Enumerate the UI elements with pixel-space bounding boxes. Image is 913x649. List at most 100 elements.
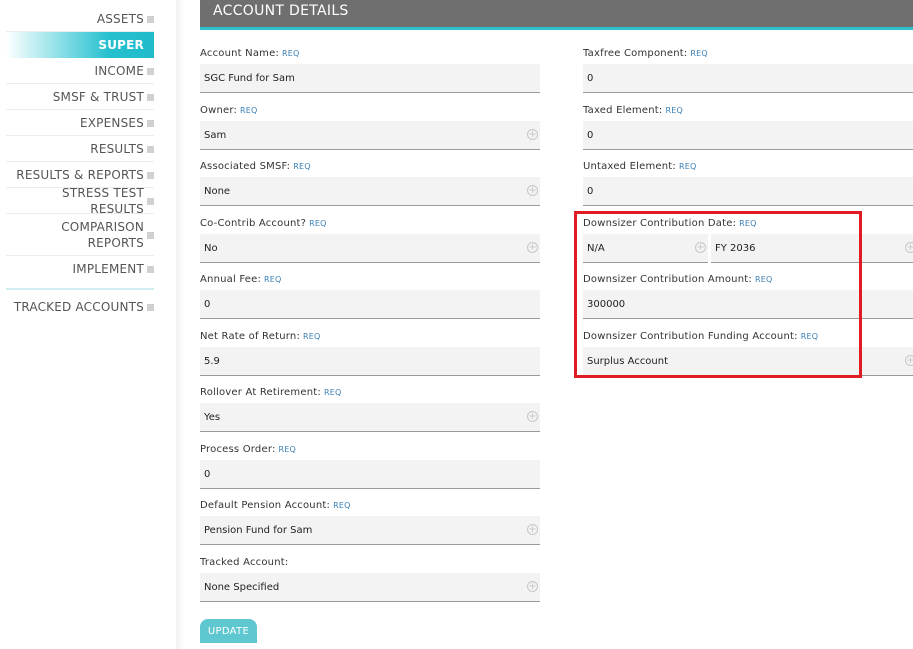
field-label: Default Pension Account: REQ [200,499,540,513]
field-label-text: Process Order: [200,444,276,455]
sidebar-item-label: ASSETS [96,11,144,26]
default-pension-account-select[interactable]: Pension Fund for Sam + [200,516,540,545]
process-order-field: Process Order: REQ 0 [200,443,540,491]
req-badge: REQ [665,106,683,115]
sidebar-item-super[interactable]: SUPER [6,32,154,58]
process-order-input[interactable]: 0 [200,460,540,489]
account-name-input[interactable]: SGC Fund for Sam [200,64,540,93]
tracked-account-field: Tracked Account: None Specified + [200,556,540,604]
req-badge: REQ [309,219,327,228]
update-button[interactable]: UPDATE [200,619,257,643]
sidebar-item-income[interactable]: INCOME [6,58,154,84]
field-label: Rollover At Retirement: REQ [200,386,540,400]
field-value: Sam [204,129,227,141]
plus-circle-icon[interactable]: + [905,355,913,366]
sidebar-item-label: RESULTS [90,141,144,156]
plus-circle-icon[interactable]: + [527,524,538,535]
sidebar-item-label-line2: REPORTS [87,235,144,250]
field-value: 0 [204,468,211,480]
owner-field: Owner: REQ Sam + [200,104,540,152]
req-badge: REQ [278,445,297,454]
field-label: Co-Contrib Account? REQ [200,217,540,231]
nav-list: ASSETS SUPER INCOME SMSF & TRUST EXPENSE… [6,6,154,320]
square-bullet-icon [147,231,154,239]
sidebar-item-stress-test-results[interactable]: STRESS TEST RESULTS [6,185,154,216]
field-value: None [204,185,231,197]
field-label: Associated SMSF: REQ [200,160,540,174]
field-label-text: Owner: [200,105,238,116]
req-badge: REQ [323,388,342,397]
field-value: SGC Fund for Sam [204,72,295,84]
sidebar-item-label: SUPER [98,38,144,52]
square-bullet-icon [147,119,154,127]
field-label-text: Untaxed Element: [583,161,676,172]
account-name-field: Account Name: REQ SGC Fund for Sam [200,47,540,95]
field-value: Yes [204,411,221,423]
field-label: Process Order: REQ [200,443,540,457]
taxed-element-input[interactable]: 0 [583,121,913,150]
field-value: 0 [587,185,594,197]
plus-circle-icon[interactable]: + [527,581,538,592]
sidebar-item-results[interactable]: RESULTS [6,136,154,162]
sidebar-item-label: STRESS TEST RESULTS [62,185,144,216]
field-label-text: Net Rate of Return: [200,331,301,342]
sidebar-item-label: COMPARISON REPORTS [61,219,144,251]
net-rate-of-return-input[interactable]: 5.9 [200,347,540,376]
untaxed-element-field: Untaxed Element: REQ 0 [583,160,913,208]
field-label: Untaxed Element: REQ [583,160,913,174]
field-value: Pension Fund for Sam [204,524,313,536]
field-label: Annual Fee: REQ [200,273,540,287]
sidebar-item-comparison-reports[interactable]: COMPARISON REPORTS [6,214,154,256]
sidebar-item-label: RESULTS & REPORTS [16,167,144,182]
field-value: No [204,242,218,254]
square-bullet-icon [147,197,154,205]
req-badge: REQ [240,106,258,115]
sidebar-item-label: EXPENSES [79,115,144,130]
sidebar-item-label: SMSF & TRUST [52,89,144,104]
page-title: ACCOUNT DETAILS [213,3,349,19]
annual-fee-input[interactable]: 0 [200,290,540,319]
sidebar-divider [6,288,154,290]
sidebar-item-expenses[interactable]: EXPENSES [6,110,154,136]
field-label-text: Default Pension Account: [200,500,331,511]
associated-smsf-field: Associated SMSF: REQ None + [200,160,540,208]
field-label: Taxed Element: REQ [583,104,913,118]
field-label-text: Annual Fee: [200,274,262,285]
square-bullet-icon [147,93,154,101]
square-bullet-icon [147,266,154,273]
associated-smsf-select[interactable]: None + [200,177,540,206]
plus-circle-icon[interactable]: + [905,242,913,253]
plus-circle-icon[interactable]: + [527,185,538,196]
field-value: 0 [587,129,594,141]
sidebar-item-implement[interactable]: IMPLEMENT [6,256,154,282]
rollover-at-retirement-select[interactable]: Yes + [200,403,540,432]
req-badge: REQ [282,49,300,58]
default-pension-account-field: Default Pension Account: REQ Pension Fund… [200,499,540,547]
req-badge: REQ [333,501,351,510]
co-contrib-account-select[interactable]: No + [200,234,540,263]
sidebar-item-smsf-trust[interactable]: SMSF & TRUST [6,84,154,110]
owner-select[interactable]: Sam + [200,121,540,150]
field-label: Tracked Account: [200,556,540,570]
sidebar-item-tracked-accounts[interactable]: TRACKED ACCOUNTS [6,294,154,320]
square-bullet-icon [147,171,154,179]
field-label-text: Taxfree Component: [583,48,688,59]
co-contrib-account-field: Co-Contrib Account? REQ No + [200,217,540,265]
square-bullet-icon [147,15,154,23]
untaxed-element-input[interactable]: 0 [583,177,913,206]
taxfree-component-input[interactable]: 0 [583,64,913,93]
req-badge: REQ [293,162,311,171]
tracked-account-select[interactable]: None Specified + [200,573,540,602]
field-value: 0 [204,298,211,310]
annotation-highlight-box [574,211,862,378]
plus-circle-icon[interactable]: + [527,129,538,140]
sidebar-item-label: TRACKED ACCOUNTS [13,300,144,314]
taxed-element-field: Taxed Element: REQ 0 [583,104,913,152]
annual-fee-field: Annual Fee: REQ 0 [200,273,540,321]
plus-circle-icon[interactable]: + [527,411,538,422]
net-rate-of-return-field: Net Rate of Return: REQ 5.9 [200,330,540,378]
sidebar-item-label-line1: COMPARISON [61,219,144,234]
sidebar-item-assets[interactable]: ASSETS [6,6,154,32]
req-badge: REQ [303,332,321,341]
plus-circle-icon[interactable]: + [527,242,538,253]
